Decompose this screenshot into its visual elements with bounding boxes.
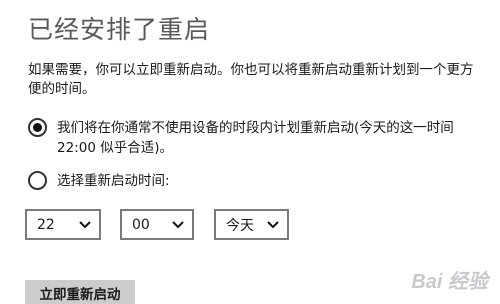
minute-select[interactable]: 00 (120, 209, 194, 240)
option-choose-time[interactable]: 选择重新启动时间: (28, 171, 467, 191)
option-auto-schedule-label: 我们将在你通常不使用设备的时段内计划重新启动(今天的这一时间 22:00 似乎合… (57, 120, 454, 156)
restart-now-button[interactable]: 立即重新启动 (25, 280, 135, 304)
chevron-down-icon (267, 220, 279, 228)
option-choose-time-label: 选择重新启动时间: (57, 173, 170, 189)
page-title: 已经安排了重启 (28, 15, 211, 44)
minute-value: 00 (132, 216, 150, 233)
hour-value: 22 (37, 216, 55, 233)
day-select[interactable]: 今天 (214, 209, 289, 240)
option-auto-schedule[interactable]: 我们将在你通常不使用设备的时段内计划重新启动(今天的这一时间 22:00 似乎合… (28, 118, 467, 158)
watermark-logo: Bai 经验 (411, 265, 488, 294)
radio-choose-time[interactable] (28, 171, 47, 190)
hour-select[interactable]: 22 (25, 209, 101, 240)
chevron-down-icon (79, 220, 91, 228)
description-text: 如果需要，你可以立即重新启动。你也可以将重新启动重新计划到一个更方便的时间。 (28, 62, 474, 97)
radio-auto-schedule[interactable] (28, 118, 47, 137)
watermark-text: Bai 经验 (411, 271, 488, 293)
day-value: 今天 (226, 217, 254, 234)
chevron-down-icon (172, 220, 184, 228)
